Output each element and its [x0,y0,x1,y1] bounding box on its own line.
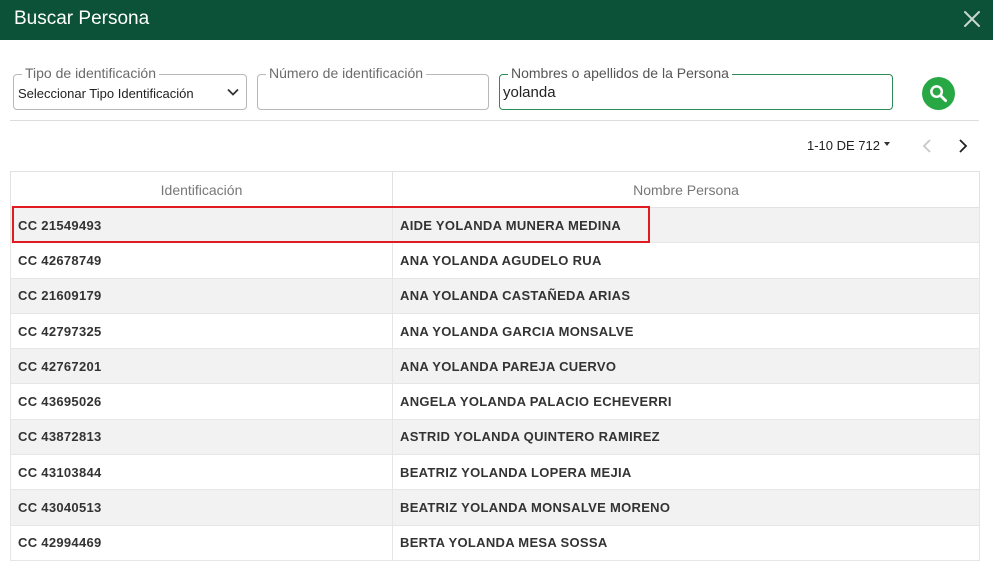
cell-identificacion: CC 42797325 [10,312,393,350]
cell-nombre: ANA YOLANDA GARCIA MONSALVE [392,312,980,350]
cell-identificacion: CC 43872813 [10,418,393,456]
table-row[interactable]: CC 42767201 ANA YOLANDA PAREJA CUERVO [10,348,980,385]
chevron-down-icon [227,88,239,96]
prev-page-button[interactable] [916,136,938,156]
nombres-input[interactable] [503,84,887,101]
divider [10,120,979,121]
cell-identificacion: CC 43695026 [10,383,393,420]
pagination-range: 1-10 DE 712 [807,138,880,153]
cell-nombre: ANA YOLANDA AGUDELO RUA [392,242,980,279]
chevron-right-icon [959,139,968,153]
cell-identificacion: CC 42678749 [10,242,393,279]
cell-nombre: ANA YOLANDA CASTAÑEDA ARIAS [392,277,980,314]
table-row[interactable]: CC 43103844 BEATRIZ YOLANDA LOPERA MEJIA [10,454,980,491]
dialog-header: Buscar Persona [0,0,993,40]
table-row[interactable]: CC 21609179 ANA YOLANDA CASTAÑEDA ARIAS [10,277,980,314]
close-icon [964,11,980,27]
caret-down-icon [884,141,890,146]
table-row[interactable]: CC 43040513 BEATRIZ YOLANDA MONSALVE MORE… [10,489,980,526]
next-page-button[interactable] [952,136,974,156]
page-size-dropdown[interactable]: 1-10 DE 712 [807,138,890,153]
numero-identificacion-field[interactable]: Número de identificación [257,65,489,110]
numero-identificacion-input[interactable] [261,84,483,101]
tipo-identificacion-value: Seleccionar Tipo Identificación [18,86,194,101]
table-row[interactable]: CC 43695026 ANGELA YOLANDA PALACIO ECHEVE… [10,383,980,420]
table-row[interactable]: CC 42994469 BERTA YOLANDA MESA SOSSA [10,524,980,561]
table-row[interactable]: CC 43872813 ASTRID YOLANDA QUINTERO RAMIR… [10,418,980,456]
cell-nombre: BERTA YOLANDA MESA SOSSA [392,524,980,561]
nombres-field[interactable]: Nombres o apellidos de la Persona [499,65,893,110]
cell-nombre: AIDE YOLANDA MUNERA MEDINA [392,206,980,244]
cell-identificacion: CC 43103844 [10,454,393,491]
table-row[interactable]: CC 42797325 ANA YOLANDA GARCIA MONSALVE [10,312,980,350]
cell-identificacion: CC 21609179 [10,277,393,314]
table-header-row: Identificación Nombre Persona [10,171,980,208]
search-icon [930,85,948,103]
cell-identificacion: CC 42994469 [10,524,393,561]
column-header-nombre[interactable]: Nombre Persona [392,171,980,208]
cell-identificacion: CC 43040513 [10,489,393,526]
tipo-identificacion-label: Tipo de identificación [22,65,160,82]
cell-nombre: ASTRID YOLANDA QUINTERO RAMIREZ [392,418,980,456]
nombres-label: Nombres o apellidos de la Persona [508,65,732,82]
cell-nombre: ANGELA YOLANDA PALACIO ECHEVERRI [392,383,980,420]
column-header-identificacion[interactable]: Identificación [10,171,393,208]
cell-nombre: BEATRIZ YOLANDA LOPERA MEJIA [392,454,980,491]
cell-identificacion: CC 42767201 [10,348,393,385]
chevron-left-icon [922,139,931,153]
cell-nombre: ANA YOLANDA PAREJA CUERVO [392,348,980,385]
dialog-title: Buscar Persona [14,8,150,29]
results-table: Identificación Nombre Persona CC 2154949… [10,171,980,561]
search-button[interactable] [922,77,955,110]
table-row[interactable]: CC 42678749 ANA YOLANDA AGUDELO RUA [10,242,980,279]
numero-identificacion-label: Número de identificación [266,65,427,82]
table-row[interactable]: CC 21549493 AIDE YOLANDA MUNERA MEDINA [10,206,980,244]
cell-nombre: BEATRIZ YOLANDA MONSALVE MORENO [392,489,980,526]
tipo-identificacion-select[interactable]: Tipo de identificación Seleccionar Tipo … [13,65,247,110]
close-button[interactable] [957,4,987,34]
cell-identificacion: CC 21549493 [10,206,393,244]
